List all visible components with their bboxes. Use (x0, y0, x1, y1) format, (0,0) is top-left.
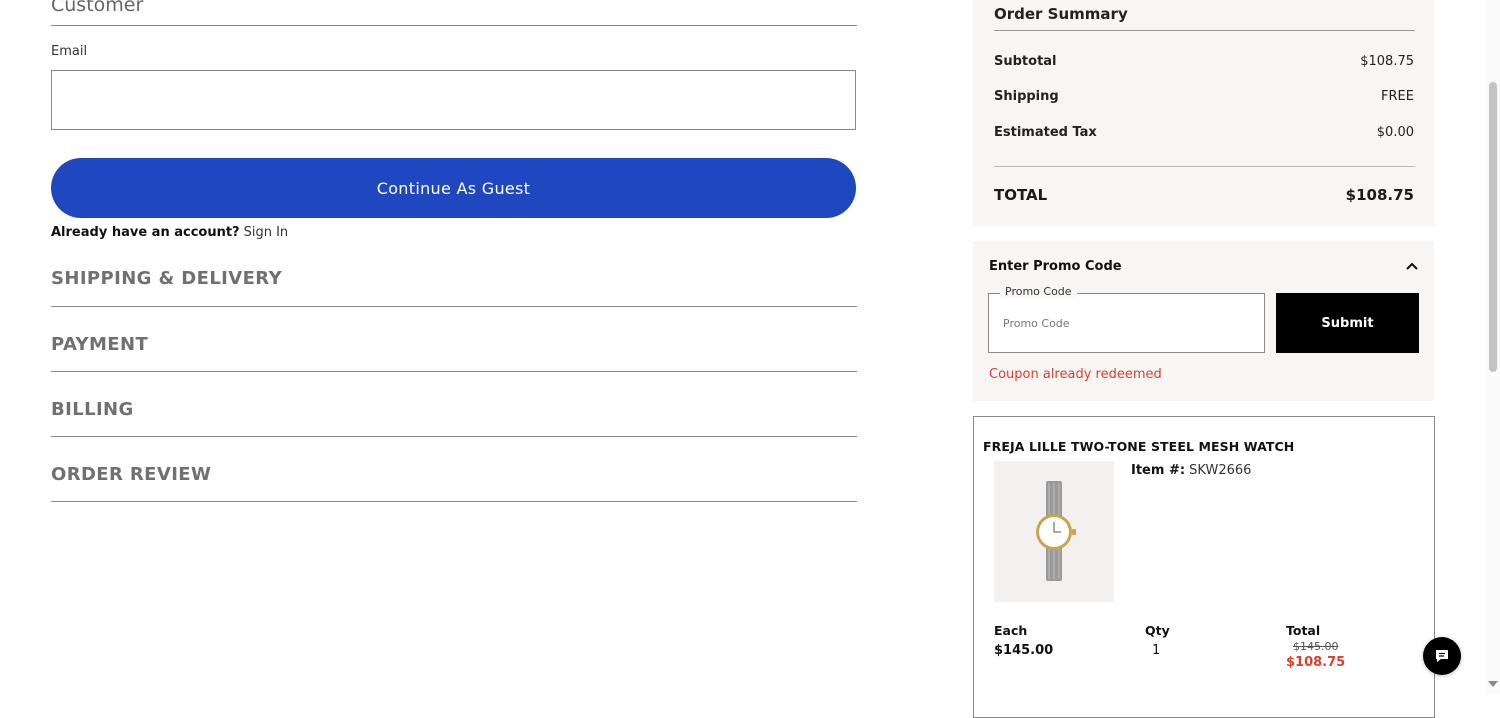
item-number-label: Item #: (1131, 463, 1186, 478)
order-summary-title: Order Summary (994, 5, 1128, 23)
promo-code-input[interactable] (1003, 314, 1253, 332)
total-label: TOTAL (994, 186, 1048, 204)
divider (51, 501, 857, 502)
promo-submit-button[interactable]: Submit (1276, 293, 1419, 353)
promo-code-legend: Promo Code (1000, 285, 1077, 298)
item-number: Item #: SKW2666 (1131, 463, 1251, 478)
section-payment[interactable]: PAYMENT (51, 334, 148, 355)
sale-price: $108.75 (1286, 655, 1346, 670)
divider (51, 371, 857, 372)
qty-label: Qty (1145, 623, 1170, 638)
watch-icon (1036, 481, 1076, 581)
item-total-label: Total (1286, 623, 1321, 638)
chat-button[interactable] (1423, 637, 1461, 675)
promo-title[interactable]: Enter Promo Code (989, 259, 1122, 274)
account-question: Already have an account? (51, 225, 240, 240)
scroll-down-arrow-icon[interactable] (1488, 681, 1498, 687)
email-field[interactable] (51, 70, 856, 130)
continue-as-guest-button[interactable]: Continue As Guest (51, 158, 856, 218)
customer-section-title: Customer (51, 0, 144, 16)
section-order-review[interactable]: ORDER REVIEW (51, 464, 211, 485)
original-price: $145.00 (1293, 640, 1339, 653)
promo-error-message: Coupon already redeemed (989, 367, 1162, 382)
tax-label: Estimated Tax (994, 125, 1097, 140)
divider (51, 25, 857, 26)
scrollbar-thumb[interactable] (1489, 82, 1497, 372)
qty-value: 1 (1152, 643, 1161, 658)
subtotal-label: Subtotal (994, 54, 1057, 69)
section-shipping-delivery[interactable]: SHIPPING & DELIVERY (51, 268, 282, 289)
divider (994, 166, 1415, 167)
product-name[interactable]: FREJA LILLE TWO-TONE STEEL MESH WATCH (983, 439, 1294, 454)
each-label: Each (994, 623, 1028, 638)
divider (51, 306, 857, 307)
divider (994, 30, 1415, 31)
divider (51, 436, 857, 437)
account-prompt: Already have an account? Sign In (51, 225, 288, 240)
shipping-value: FREE (1381, 89, 1414, 104)
sign-in-link[interactable]: Sign In (244, 225, 289, 240)
item-number-value: SKW2666 (1189, 463, 1252, 478)
email-label: Email (51, 44, 88, 59)
total-value: $108.75 (1345, 186, 1414, 204)
each-value: $145.00 (994, 643, 1054, 658)
chat-icon (1436, 650, 1448, 662)
chevron-up-icon[interactable] (1405, 258, 1419, 272)
tax-value: $0.00 (1376, 125, 1414, 140)
section-billing[interactable]: BILLING (51, 399, 134, 420)
shipping-label: Shipping (994, 89, 1059, 104)
product-image[interactable] (994, 461, 1114, 602)
subtotal-value: $108.75 (1360, 54, 1414, 69)
